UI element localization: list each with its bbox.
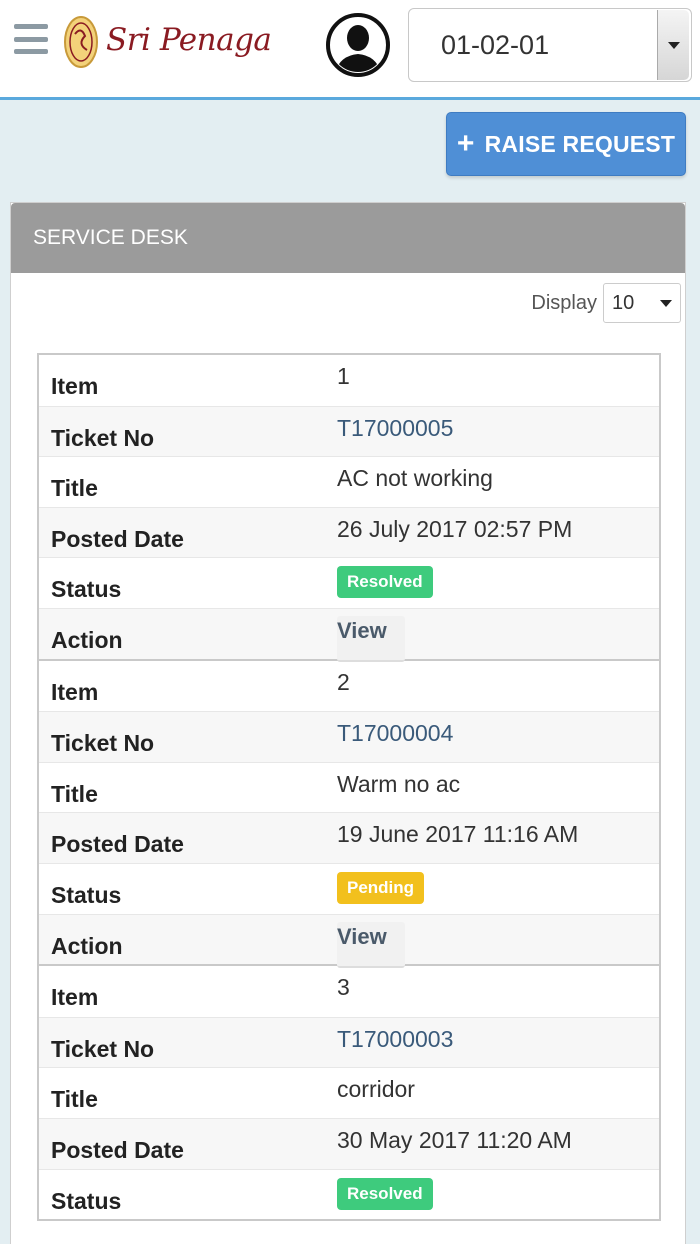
action-label: Action — [51, 932, 123, 959]
item-label: Item — [51, 678, 99, 705]
ticket-row-status: Status Resolved — [39, 1168, 659, 1220]
chevron-down-icon[interactable] — [657, 10, 689, 80]
posted-date-value: 30 May 2017 11:20 AM — [337, 1126, 572, 1153]
ticket-no-value: T17000003 — [337, 1025, 454, 1052]
top-bar: Sri Penaga 01-02-01 — [0, 0, 700, 100]
ticket-row-ticket-no: Ticket No T17000004 — [39, 711, 659, 762]
title-value: Warm no ac — [337, 770, 461, 797]
ticket-no-label: Ticket No — [51, 424, 155, 451]
user-avatar-icon[interactable] — [326, 8, 390, 82]
ticket-row-title: Title Warm no ac — [39, 761, 659, 813]
action-label: Action — [51, 626, 123, 653]
ticket-row-ticket-no: Ticket No T17000003 — [39, 1016, 659, 1068]
chevron-down-icon — [660, 299, 672, 307]
title-label: Title — [51, 780, 98, 807]
title-value: corridor — [337, 1076, 415, 1103]
posted-date-label: Posted Date — [51, 525, 184, 552]
ticket-row-posted-date: Posted Date 19 June 2017 11:16 AM — [39, 812, 659, 863]
raise-request-label: RAISE REQUEST — [484, 130, 676, 157]
ticket-row-title: Title AC not working — [39, 456, 659, 507]
view-button[interactable]: View — [337, 921, 405, 968]
ticket-row-status: Status Pending — [39, 862, 659, 914]
display-count-value: 10 — [612, 291, 635, 314]
plus-icon: + — [456, 127, 475, 160]
ticket-row-item: Item 2 — [39, 661, 659, 712]
raise-request-button[interactable]: + RAISE REQUEST — [446, 112, 686, 176]
panel-title: SERVICE DESK — [11, 203, 685, 273]
display-label: Display — [531, 291, 597, 314]
item-label: Item — [51, 984, 99, 1011]
menu-icon[interactable] — [14, 24, 48, 54]
posted-date-label: Posted Date — [51, 1136, 184, 1163]
ticket-no-value: T17000004 — [337, 720, 454, 747]
status-badge: Resolved — [337, 1177, 433, 1210]
item-label: Item — [51, 373, 99, 399]
unit-select[interactable]: 01-02-01 — [408, 8, 692, 82]
display-count-select[interactable]: 10 — [603, 283, 681, 323]
brand-emblem-icon — [64, 16, 98, 68]
ticket-row-action: Action View — [39, 913, 659, 968]
title-value: AC not working — [337, 465, 493, 492]
view-button[interactable]: View — [337, 615, 405, 662]
ticket-row-posted-date: Posted Date 30 May 2017 11:20 AM — [39, 1117, 659, 1169]
ticket-row-action: Action View — [39, 607, 659, 662]
display-count-control: Display 10 — [531, 283, 681, 323]
ticket-row-ticket-no: Ticket No T17000005 — [39, 405, 659, 457]
title-label: Title — [51, 475, 98, 502]
service-desk-panel: SERVICE DESK Display 10 Item 1 Ticket No… — [10, 202, 686, 1244]
ticket-row-title: Title corridor — [39, 1067, 659, 1118]
ticket-no-label: Ticket No — [51, 1035, 155, 1062]
posted-date-value: 26 July 2017 02:57 PM — [337, 515, 573, 542]
status-label: Status — [51, 881, 122, 908]
title-label: Title — [51, 1086, 98, 1113]
status-label: Status — [51, 1187, 122, 1214]
ticket-card: Item 3 Ticket No T17000003 Title corrido… — [37, 964, 661, 1222]
item-value: 2 — [337, 668, 350, 695]
posted-date-label: Posted Date — [51, 831, 184, 858]
posted-date-value: 19 June 2017 11:16 AM — [337, 821, 579, 848]
ticket-no-value: T17000005 — [337, 414, 454, 441]
ticket-row-item: Item 1 — [39, 355, 659, 406]
ticket-list: Item 1 Ticket No T17000005 Title AC not … — [37, 353, 661, 1222]
item-value: 1 — [337, 363, 350, 389]
ticket-row-item: Item 3 — [39, 966, 659, 1017]
brand-logo-text: Sri Penaga — [106, 22, 272, 58]
ticket-row-status: Status Resolved — [39, 557, 659, 608]
item-value: 3 — [337, 974, 350, 1001]
status-badge: Resolved — [337, 566, 433, 599]
ticket-no-label: Ticket No — [51, 730, 155, 757]
unit-select-value: 01-02-01 — [441, 29, 550, 60]
ticket-card: Item 2 Ticket No T17000004 Title Warm no… — [37, 658, 661, 968]
ticket-card: Item 1 Ticket No T17000005 Title AC not … — [37, 353, 661, 662]
status-badge: Pending — [337, 871, 425, 904]
status-label: Status — [51, 576, 122, 603]
ticket-row-posted-date: Posted Date 26 July 2017 02:57 PM — [39, 506, 659, 558]
